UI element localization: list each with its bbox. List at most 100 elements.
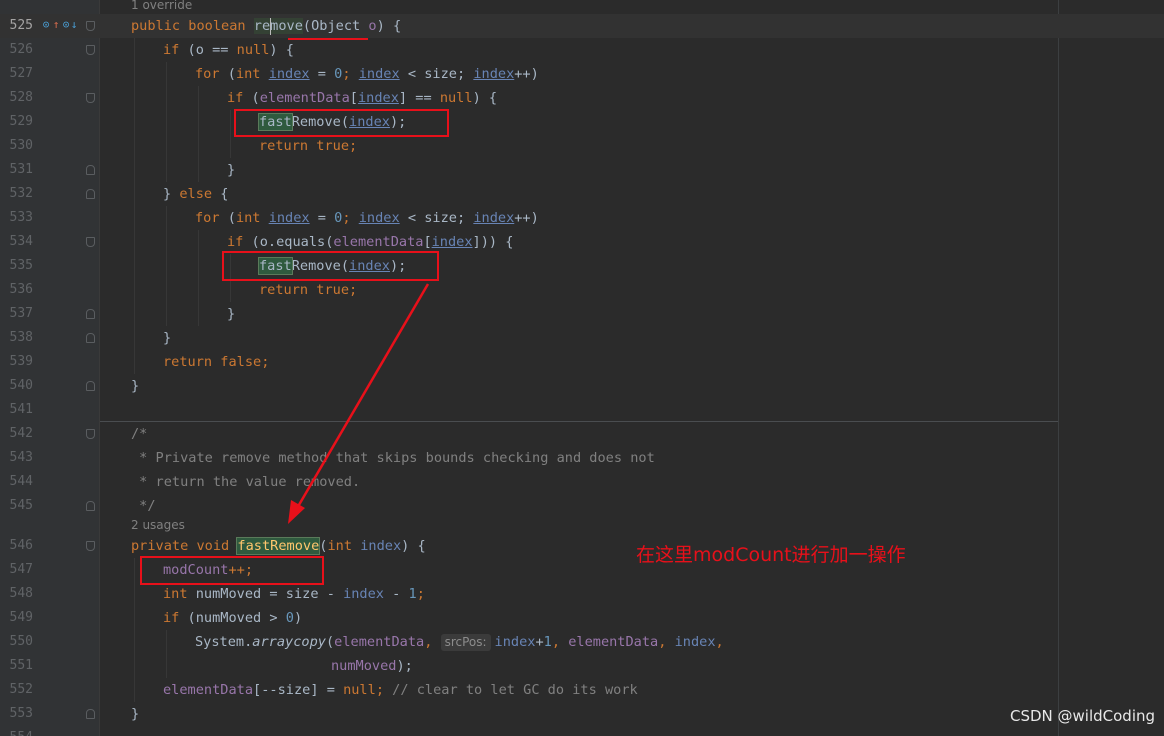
- code-text: }: [227, 306, 236, 322]
- line-number: 552: [9, 682, 33, 697]
- fold-marker-icon[interactable]: [86, 237, 95, 247]
- code-line: 534 if (o.equals(elementData[index])) {: [0, 230, 1164, 254]
- code-line: 544 * return the value removed.: [0, 470, 1164, 494]
- code-text: numMoved = size -: [187, 586, 344, 602]
- line-number: 532: [9, 186, 33, 201]
- code-line: 537 }: [0, 302, 1164, 326]
- code-text: ,: [715, 634, 724, 650]
- method-name-part: re: [253, 18, 271, 34]
- fold-marker-icon[interactable]: [86, 381, 95, 391]
- code-line: 533 for (int index = 0; index < size; in…: [0, 206, 1164, 230]
- code-text: (: [325, 634, 335, 650]
- keyword-public: public: [131, 18, 181, 34]
- field-elementdata: elementData: [334, 634, 425, 650]
- fold-marker-icon[interactable]: [86, 93, 95, 103]
- parameter-hint: srcPos:: [440, 634, 491, 651]
- code-line: 530 return true;: [0, 134, 1164, 158]
- keyword-int: int: [163, 586, 188, 602]
- code-text: (: [219, 66, 236, 82]
- highlight-box: [234, 109, 449, 137]
- fold-marker-icon[interactable]: [86, 709, 95, 719]
- line-number: 542: [9, 426, 33, 441]
- underline-annotation: [288, 38, 368, 40]
- highlight-box: [140, 556, 324, 585]
- code-line: 535 fastRemove(index);: [0, 254, 1164, 278]
- code-text: ,: [424, 634, 441, 650]
- keyword-null: null: [236, 42, 270, 58]
- code-line: 542 /*: [0, 422, 1164, 446]
- field-elementdata: elementData: [259, 90, 350, 106]
- code-text: ) {: [401, 538, 426, 554]
- fold-marker-icon[interactable]: [86, 429, 95, 439]
- line-number: 554: [0, 726, 33, 736]
- usages-hint[interactable]: 2 usages: [131, 515, 185, 535]
- keyword-for: for: [195, 66, 220, 82]
- keyword-return: return: [163, 354, 213, 370]
- comment: // clear to let GC do its work: [384, 682, 638, 698]
- code-line: 529 fastRemove(index);: [0, 110, 1164, 134]
- var-index: index: [473, 66, 515, 82]
- keyword-int: int: [235, 210, 261, 226]
- code-text: ++): [514, 66, 539, 82]
- code-line: 532 } else {: [0, 182, 1164, 206]
- keyword-boolean: boolean: [188, 18, 246, 34]
- fold-marker-icon[interactable]: [86, 541, 95, 551]
- keyword-int: int: [235, 66, 261, 82]
- keyword-return: return: [259, 282, 309, 298]
- fold-marker-icon[interactable]: [86, 189, 95, 199]
- keyword-else: else: [179, 186, 213, 202]
- watermark: CSDN @wildCoding: [1010, 707, 1156, 725]
- override-hint[interactable]: 1 override: [131, 0, 192, 15]
- code-text: (o ==: [179, 42, 237, 58]
- code-text: [--size] =: [253, 682, 344, 698]
- annotation-text: 在这里modCount进行加一操作: [636, 544, 906, 566]
- line-number: 531: [9, 162, 33, 177]
- code-text: {: [212, 186, 229, 202]
- line-number: 540: [9, 378, 33, 393]
- var-index: index: [357, 90, 399, 106]
- fold-marker-icon[interactable]: [86, 45, 95, 55]
- line-number: 543: [9, 450, 33, 465]
- fold-marker-icon[interactable]: [86, 21, 95, 31]
- code-line: 550 System.arraycopy(elementData, srcPos…: [0, 630, 1164, 654]
- code-editor[interactable]: 1 override 525 ⊙ ↑ ⊙ ↓ public boolean re…: [0, 0, 1164, 736]
- keyword-for: for: [195, 210, 220, 226]
- arrow-down-icon[interactable]: ↓: [68, 19, 80, 31]
- code-line: 552 elementData[--size] = null; // clear…: [0, 678, 1164, 702]
- code-line: 553 }: [0, 702, 1164, 726]
- fold-marker-icon[interactable]: [86, 501, 95, 511]
- keyword-false: false: [220, 354, 262, 370]
- var-nummoved: numMoved: [331, 658, 397, 674]
- fold-marker-icon[interactable]: [86, 333, 95, 343]
- line-number: 536: [9, 282, 33, 297]
- field-elementdata: elementData: [163, 682, 254, 698]
- code-text: ++): [514, 210, 539, 226]
- line-number: 538: [9, 330, 33, 345]
- line-number: 548: [9, 586, 33, 601]
- code-text: (: [243, 90, 260, 106]
- method-name-part: move: [270, 18, 303, 34]
- code-text: ])) {: [472, 234, 514, 250]
- code-text: (: [219, 210, 236, 226]
- code-text: (numMoved >: [179, 610, 286, 626]
- code-text: ;: [416, 586, 425, 602]
- keyword-true: true: [316, 282, 350, 298]
- code-text: ,: [658, 634, 675, 650]
- line-number: 553: [9, 706, 33, 721]
- number: 0: [285, 610, 294, 626]
- line-number: 525: [9, 18, 33, 33]
- comment: /*: [131, 426, 148, 442]
- code-text: ) {: [269, 42, 294, 58]
- code-text: =: [309, 66, 335, 82]
- var-index: index: [268, 66, 310, 82]
- code-text: < size;: [399, 210, 474, 226]
- fold-marker-icon[interactable]: [86, 165, 95, 175]
- highlight-box: [222, 251, 439, 281]
- fold-marker-icon[interactable]: [86, 309, 95, 319]
- keyword-private: private: [131, 538, 189, 554]
- line-number: 527: [9, 66, 33, 81]
- code-text: ] ==: [398, 90, 440, 106]
- code-line: 525 ⊙ ↑ ⊙ ↓ public boolean remove(Object…: [0, 14, 1164, 38]
- line-number: 545: [9, 498, 33, 513]
